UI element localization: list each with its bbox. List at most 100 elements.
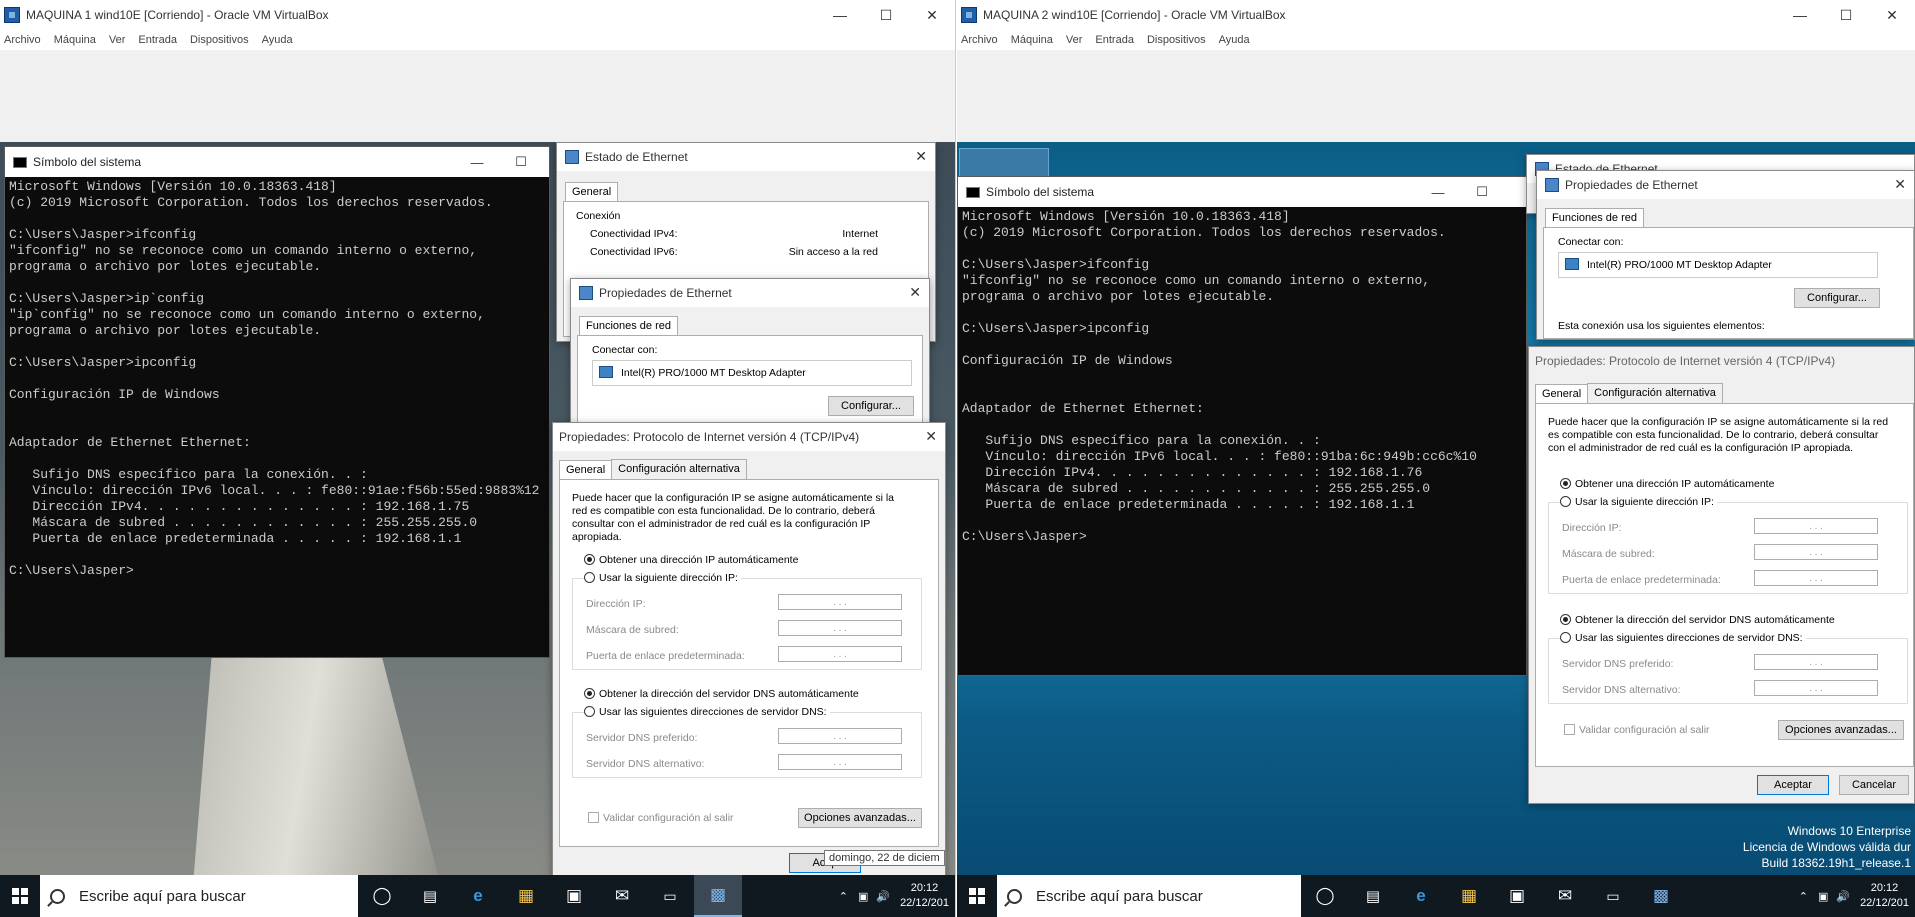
manual-dns-radio[interactable]: Usar las siguientes direcciones de servi… bbox=[584, 706, 830, 718]
mail-icon[interactable]: ✉ bbox=[1541, 875, 1589, 917]
menu-ver[interactable]: Ver bbox=[1066, 34, 1083, 46]
menu-ayuda[interactable]: Ayuda bbox=[262, 34, 293, 46]
cmd-titlebar[interactable]: Símbolo del sistema — ☐ bbox=[5, 147, 549, 177]
ip-field[interactable]: . . . bbox=[1754, 518, 1878, 534]
menu-ayuda[interactable]: Ayuda bbox=[1219, 34, 1250, 46]
clock[interactable]: 20:12 22/12/201 bbox=[894, 881, 955, 911]
maximize-icon[interactable]: ☐ bbox=[499, 147, 543, 177]
menu-dispositivos[interactable]: Dispositivos bbox=[190, 34, 249, 46]
minimize-icon[interactable]: — bbox=[1416, 177, 1460, 207]
mask-field[interactable]: . . . bbox=[1754, 544, 1878, 560]
ok-button[interactable]: Aceptar bbox=[1757, 775, 1829, 795]
auto-ip-radio[interactable]: Obtener una dirección IP automáticamente bbox=[584, 554, 798, 566]
vm2-titlebar[interactable]: MAQUINA 2 wind10E [Corriendo] - Oracle V… bbox=[957, 0, 1915, 30]
file-explorer-icon[interactable]: ▦ bbox=[1445, 875, 1493, 917]
dns-pref-field[interactable]: . . . bbox=[778, 728, 902, 744]
menu-entrada[interactable]: Entrada bbox=[1095, 34, 1134, 46]
network-taskbar-icon[interactable]: ▩ bbox=[694, 875, 742, 917]
tab-general[interactable]: General bbox=[565, 182, 619, 202]
manual-ip-radio[interactable]: Usar la siguiente dirección IP: bbox=[584, 572, 741, 584]
network-tray-icon[interactable]: ▣ bbox=[1818, 890, 1828, 903]
dialog-titlebar[interactable]: Propiedades de Ethernet ✕ bbox=[571, 279, 929, 307]
network-tray-icon[interactable]: ▣ bbox=[858, 890, 868, 903]
mask-field[interactable]: . . . bbox=[778, 620, 902, 636]
tab-funciones-red[interactable]: Funciones de red bbox=[1545, 208, 1644, 228]
advanced-button[interactable]: Opciones avanzadas... bbox=[798, 808, 922, 828]
chevron-up-icon[interactable]: ⌃ bbox=[839, 890, 848, 903]
vm1-tcpipv4-dialog[interactable]: Propiedades: Protocolo de Internet versi… bbox=[552, 422, 946, 878]
dialog-titlebar[interactable]: Propiedades de Ethernet ✕ bbox=[1537, 171, 1914, 199]
cmd-titlebar[interactable]: Símbolo del sistema — ☐ bbox=[958, 177, 1526, 207]
task-view-icon[interactable]: ▤ bbox=[1349, 875, 1397, 917]
dns-alt-field[interactable]: . . . bbox=[1754, 680, 1878, 696]
vm1-propiedades-ethernet-dialog[interactable]: Propiedades de Ethernet ✕ Funciones de r… bbox=[570, 278, 930, 438]
clock[interactable]: 20:12 22/12/201 bbox=[1854, 881, 1915, 911]
vm1-guest-screen[interactable]: Símbolo del sistema — ☐ Microsoft Window… bbox=[0, 142, 955, 917]
menu-maquina[interactable]: Máquina bbox=[1011, 34, 1053, 46]
dns-alt-field[interactable]: . . . bbox=[778, 754, 902, 770]
vm2-propiedades-ethernet-dialog[interactable]: Propiedades de Ethernet ✕ Funciones de r… bbox=[1536, 170, 1915, 340]
cmd-output[interactable]: Microsoft Windows [Versión 10.0.18363.41… bbox=[5, 177, 549, 657]
start-button[interactable] bbox=[957, 875, 997, 917]
start-button[interactable] bbox=[0, 875, 40, 917]
close-icon[interactable]: ✕ bbox=[1869, 0, 1915, 30]
tab-config-alternativa[interactable]: Configuración alternativa bbox=[611, 459, 747, 479]
vm1-titlebar[interactable]: MAQUINA 1 wind10E [Corriendo] - Oracle V… bbox=[0, 0, 955, 30]
vm2-guest-screen[interactable]: Símbolo del sistema — ☐ Microsoft Window… bbox=[957, 142, 1915, 917]
configure-button[interactable]: Configurar... bbox=[1794, 288, 1880, 308]
store-icon[interactable]: ▣ bbox=[550, 875, 598, 917]
edge-icon[interactable]: e bbox=[1397, 875, 1445, 917]
maximize-icon[interactable]: ☐ bbox=[863, 0, 909, 30]
dialog-titlebar[interactable]: Estado de Ethernet ✕ bbox=[557, 143, 935, 171]
gateway-field[interactable]: . . . bbox=[778, 646, 902, 662]
menu-dispositivos[interactable]: Dispositivos bbox=[1147, 34, 1206, 46]
close-icon[interactable]: ✕ bbox=[915, 148, 927, 165]
tab-general[interactable]: General bbox=[559, 460, 613, 480]
close-icon[interactable]: ✕ bbox=[925, 428, 937, 445]
cortana-icon[interactable]: ◯ bbox=[1301, 875, 1349, 917]
network-taskbar-icon[interactable]: ▩ bbox=[1637, 875, 1685, 917]
close-icon[interactable]: ✕ bbox=[1894, 176, 1906, 193]
vm1-cmd-window[interactable]: Símbolo del sistema — ☐ Microsoft Window… bbox=[4, 146, 550, 658]
dialog-titlebar[interactable]: Propiedades: Protocolo de Internet versi… bbox=[1529, 347, 1914, 375]
cmd-taskbar-icon[interactable]: ▭ bbox=[646, 875, 694, 917]
close-icon[interactable]: ✕ bbox=[909, 284, 921, 301]
task-view-icon[interactable]: ▤ bbox=[406, 875, 454, 917]
minimize-icon[interactable]: — bbox=[1777, 0, 1823, 30]
tab-config-alternativa[interactable]: Configuración alternativa bbox=[1587, 383, 1723, 403]
auto-dns-radio[interactable]: Obtener la dirección del servidor DNS au… bbox=[1560, 614, 1835, 626]
ip-field[interactable]: . . . bbox=[778, 594, 902, 610]
dialog-titlebar[interactable]: Propiedades: Protocolo de Internet versi… bbox=[553, 423, 945, 451]
validate-checkbox[interactable]: Validar configuración al salir bbox=[588, 812, 734, 824]
taskbar-search[interactable]: Escribe aquí para buscar bbox=[40, 875, 358, 917]
maximize-icon[interactable]: ☐ bbox=[1823, 0, 1869, 30]
cortana-icon[interactable]: ◯ bbox=[358, 875, 406, 917]
file-explorer-icon[interactable]: ▦ bbox=[502, 875, 550, 917]
cmd-taskbar-icon[interactable]: ▭ bbox=[1589, 875, 1637, 917]
edge-icon[interactable]: e bbox=[454, 875, 502, 917]
gateway-field[interactable]: . . . bbox=[1754, 570, 1878, 586]
minimize-icon[interactable]: — bbox=[455, 147, 499, 177]
maximize-icon[interactable]: ☐ bbox=[1460, 177, 1504, 207]
minimize-icon[interactable]: — bbox=[817, 0, 863, 30]
tab-general[interactable]: General bbox=[1535, 384, 1589, 404]
menu-maquina[interactable]: Máquina bbox=[54, 34, 96, 46]
manual-dns-radio[interactable]: Usar las siguientes direcciones de servi… bbox=[1560, 632, 1806, 644]
validate-checkbox[interactable]: Validar configuración al salir bbox=[1564, 724, 1710, 736]
cmd-output[interactable]: Microsoft Windows [Versión 10.0.18363.41… bbox=[958, 207, 1526, 675]
auto-ip-radio[interactable]: Obtener una dirección IP automáticamente bbox=[1560, 478, 1774, 490]
menu-archivo[interactable]: Archivo bbox=[961, 34, 998, 46]
vm2-cmd-window[interactable]: Símbolo del sistema — ☐ Microsoft Window… bbox=[957, 176, 1527, 676]
auto-dns-radio[interactable]: Obtener la dirección del servidor DNS au… bbox=[584, 688, 859, 700]
configure-button[interactable]: Configurar... bbox=[828, 396, 914, 416]
taskbar-search[interactable]: Escribe aquí para buscar bbox=[997, 875, 1301, 917]
dns-pref-field[interactable]: . . . bbox=[1754, 654, 1878, 670]
store-icon[interactable]: ▣ bbox=[1493, 875, 1541, 917]
tab-funciones-red[interactable]: Funciones de red bbox=[579, 316, 678, 336]
advanced-button[interactable]: Opciones avanzadas... bbox=[1778, 720, 1904, 740]
volume-icon[interactable]: 🔊 bbox=[876, 890, 890, 903]
menu-archivo[interactable]: Archivo bbox=[4, 34, 41, 46]
cancel-button[interactable]: Cancelar bbox=[1839, 775, 1909, 795]
menu-ver[interactable]: Ver bbox=[109, 34, 126, 46]
chevron-up-icon[interactable]: ⌃ bbox=[1799, 890, 1808, 903]
